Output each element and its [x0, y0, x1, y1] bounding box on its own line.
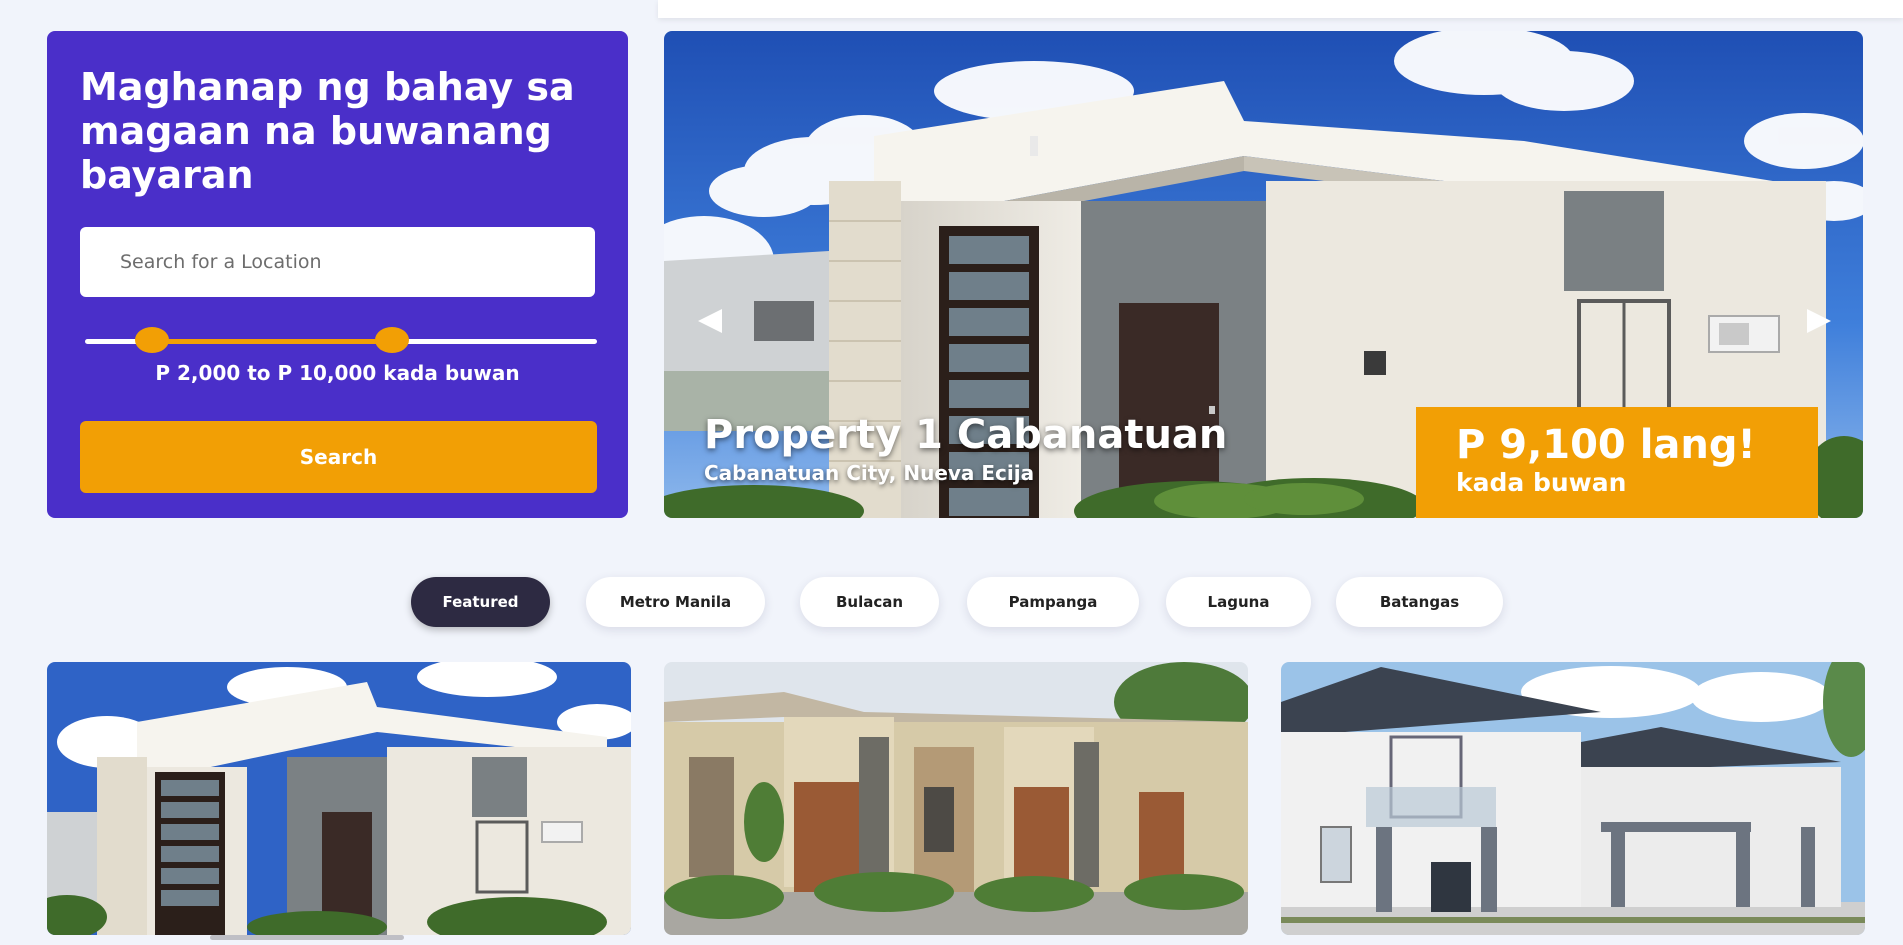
- price-range-fill: [151, 339, 393, 344]
- tab-bulacan[interactable]: Bulacan: [800, 577, 939, 627]
- hero-property-location: Cabanatuan City, Nueva Ecija: [704, 461, 1035, 485]
- property-card-1[interactable]: [47, 662, 631, 935]
- top-bar: [658, 0, 1903, 18]
- tab-batangas[interactable]: Batangas: [1336, 577, 1503, 627]
- tab-pampanga[interactable]: Pampanga: [967, 577, 1139, 627]
- price-range-slider[interactable]: [85, 327, 597, 353]
- caret-left-icon: [698, 309, 722, 333]
- property-photo-2: [664, 662, 1248, 935]
- property-photo-1: [47, 662, 631, 935]
- hero-price-value: P 9,100 lang!: [1456, 422, 1756, 468]
- carousel-prev-button[interactable]: [690, 301, 730, 341]
- hero-price-badge: P 9,100 lang! kada buwan: [1416, 407, 1818, 518]
- property-photo-3: [1281, 662, 1865, 935]
- property-card-2[interactable]: [664, 662, 1248, 935]
- hero-price-unit: kada buwan: [1456, 468, 1627, 497]
- tab-laguna[interactable]: Laguna: [1166, 577, 1311, 627]
- carousel-next-button[interactable]: [1799, 301, 1839, 341]
- caret-right-icon: [1807, 309, 1831, 333]
- tab-metro-manila[interactable]: Metro Manila: [586, 577, 765, 627]
- panel-title: Maghanap ng bahay sa magaan na buwanang …: [80, 65, 575, 197]
- hero-property-title: Property 1 Cabanatuan: [704, 412, 1228, 458]
- horizontal-scrollbar-thumb[interactable]: [210, 935, 404, 940]
- search-panel: Maghanap ng bahay sa magaan na buwanang …: [47, 31, 628, 518]
- location-search-input[interactable]: [80, 227, 595, 297]
- price-min-handle[interactable]: [134, 327, 169, 353]
- tab-featured[interactable]: Featured: [411, 577, 550, 627]
- property-card-3[interactable]: [1281, 662, 1865, 935]
- search-button[interactable]: Search: [80, 421, 597, 493]
- price-range-label: P 2,000 to P 10,000 kada buwan: [155, 361, 520, 385]
- featured-property-carousel[interactable]: Property 1 Cabanatuan Cabanatuan City, N…: [664, 31, 1863, 518]
- price-max-handle[interactable]: [375, 327, 410, 353]
